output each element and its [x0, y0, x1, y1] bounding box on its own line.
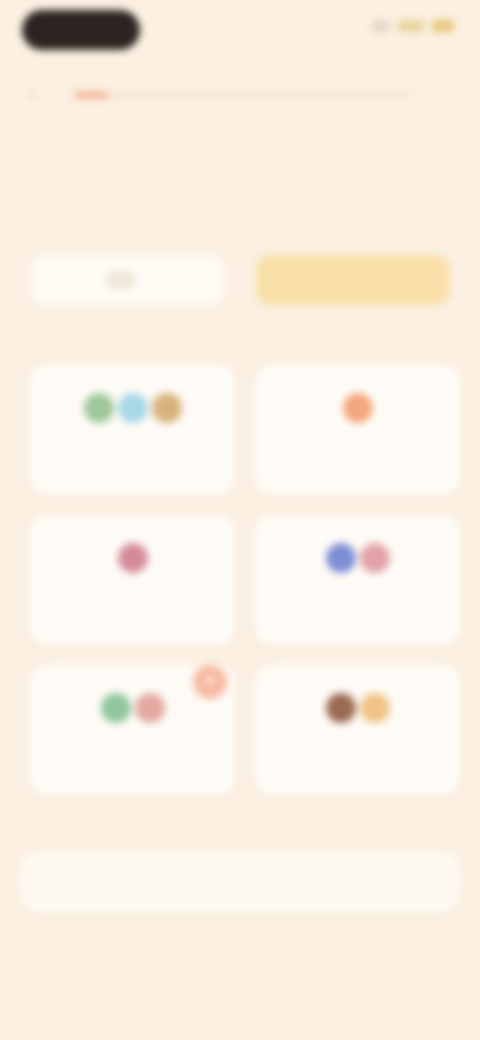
flag-icon: [83, 393, 114, 423]
battery-icon: [432, 20, 454, 32]
flag-icon: [359, 693, 390, 723]
progress-row: ‹: [30, 85, 450, 104]
status-bar: [0, 0, 480, 70]
onboarding-screen: ‹ ✦: [0, 0, 480, 1040]
flag-icon: [151, 393, 182, 423]
language-card[interactable]: [255, 365, 460, 495]
signal-icon: [372, 20, 390, 32]
flag-icon: [117, 543, 148, 573]
language-toggle: [30, 255, 450, 305]
flag-icon: [134, 693, 165, 723]
toggle-option-left[interactable]: [30, 255, 224, 305]
chevron-left-icon[interactable]: ‹: [30, 85, 42, 103]
language-card[interactable]: [30, 365, 235, 495]
status-icons: [372, 20, 454, 32]
flag-icon: [359, 543, 390, 573]
flag-icon: [100, 693, 131, 723]
flag-icon: [325, 693, 356, 723]
flag-icon: [342, 393, 373, 423]
card-flags: [255, 693, 460, 723]
card-flags: [255, 393, 460, 423]
flag-icon: [325, 543, 356, 573]
wifi-icon: [398, 20, 424, 32]
toggle-option-right[interactable]: [256, 255, 450, 305]
dynamic-island: [22, 10, 140, 50]
flag-icon: [108, 271, 134, 289]
card-flags: [255, 543, 460, 573]
card-flags: [30, 543, 235, 573]
language-card[interactable]: [255, 515, 460, 645]
sparkle-icon[interactable]: ✦: [193, 665, 227, 699]
language-grid: [30, 365, 460, 795]
progress-fill: [74, 92, 108, 98]
flag-icon: [117, 393, 148, 423]
language-card[interactable]: [30, 515, 235, 645]
progress-bar: [74, 92, 410, 98]
continue-button[interactable]: [20, 852, 460, 912]
language-card[interactable]: [255, 665, 460, 795]
card-flags: [30, 393, 235, 423]
